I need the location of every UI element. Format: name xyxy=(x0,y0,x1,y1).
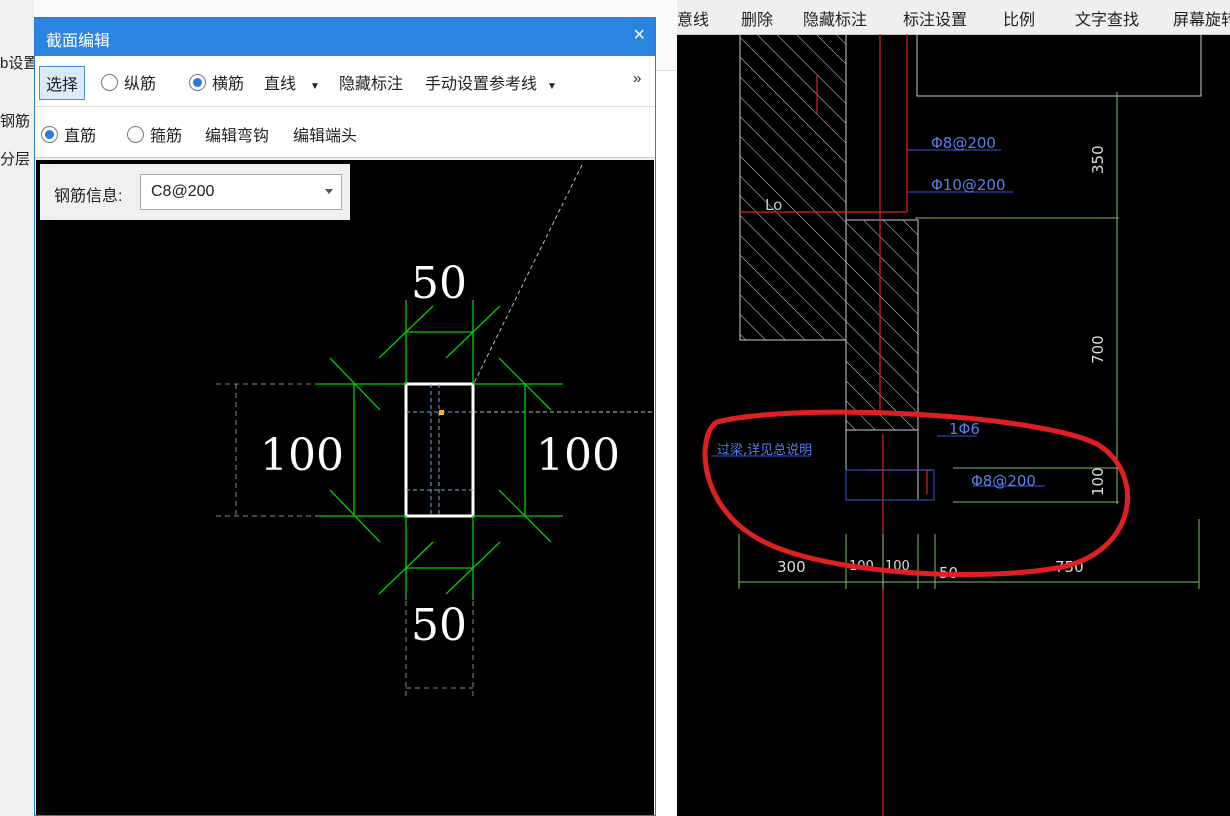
section-canvas[interactable]: 50 50 100 100 钢筋信息: C8@200 xyxy=(36,160,654,815)
rebar-info-value: C8@200 xyxy=(151,183,215,200)
rebar-info-select[interactable]: C8@200 xyxy=(140,174,342,210)
hide-dimension-button[interactable]: 隐藏标注 xyxy=(339,70,403,94)
edit-end-button[interactable]: 编辑端头 xyxy=(293,122,357,146)
bg-label-layer[interactable]: 分层 xyxy=(0,148,30,169)
dimension-right: 100 xyxy=(536,430,620,481)
line-type-value: 直线 xyxy=(264,76,297,93)
radio-icon xyxy=(127,126,144,143)
cad-menubar: 意线 删除 隐藏标注 标注设置 比例 文字查找 屏幕旋转 xyxy=(677,0,1230,35)
cad-viewer: 意线 删除 隐藏标注 标注设置 比例 文字查找 屏幕旋转 Φ8@200 Φ10@… xyxy=(677,0,1230,816)
close-icon[interactable]: × xyxy=(633,24,645,47)
select-button[interactable]: 选择 xyxy=(39,66,86,100)
cad-outline xyxy=(916,34,1202,97)
section-drawing: 50 50 100 100 xyxy=(216,164,654,700)
radio-stirrup-label: 箍筋 xyxy=(150,128,183,145)
dialog-toolbar-1: 选择 纵筋 横筋 直线 ▼ 隐藏标注 手动设置参考线 ▼ » xyxy=(35,56,655,107)
cad-drawing[interactable]: Φ8@200 Φ10@200 过梁,详见总说明 1Φ6 Φ8@200 Lo 35… xyxy=(677,34,1230,816)
radio-icon xyxy=(101,74,118,91)
dimension-top: 50 xyxy=(411,258,467,309)
more-icon[interactable]: » xyxy=(633,70,641,87)
rebar-point[interactable] xyxy=(439,410,444,415)
section-edit-dialog: 截面编辑 × 选择 纵筋 横筋 直线 ▼ 隐藏标注 手动设置参考线 ▼ » 直筋 箍… xyxy=(34,17,656,816)
cad-dim-300: 300 xyxy=(777,558,806,576)
cad-label-beam: 过梁,详见总说明 xyxy=(717,443,812,458)
cad-dim-350: 350 xyxy=(1089,145,1107,174)
manual-reference-line-dropdown[interactable]: 手动设置参考线 ▼ xyxy=(425,70,557,94)
cad-dim-100: 100 xyxy=(1089,467,1107,496)
menu-item-delete[interactable]: 删除 xyxy=(741,6,773,30)
menu-item-rotate-screen[interactable]: 屏幕旋转 xyxy=(1173,6,1230,30)
radio-stirrup[interactable]: 箍筋 xyxy=(127,122,182,146)
radio-straight-bar[interactable]: 直筋 xyxy=(41,122,96,146)
radio-longitudinal-label: 纵筋 xyxy=(124,76,157,93)
guide-line xyxy=(472,164,583,386)
wall-section xyxy=(739,34,847,341)
menu-item[interactable]: 意线 xyxy=(677,6,709,30)
line-type-dropdown[interactable]: 直线 ▼ xyxy=(264,70,320,94)
radio-longitudinal[interactable]: 纵筋 xyxy=(101,70,156,94)
rebar-info-label: 钢筋信息: xyxy=(54,188,123,205)
dimension-left: 100 xyxy=(260,430,344,481)
cad-label-rebar-r1: Φ8@200 xyxy=(931,134,996,152)
radio-transverse[interactable]: 横筋 xyxy=(189,70,244,94)
radio-straight-label: 直筋 xyxy=(64,128,97,145)
dialog-titlebar[interactable]: 截面编辑 × xyxy=(35,18,655,56)
dialog-title: 截面编辑 xyxy=(46,33,111,50)
cad-label-lo: Lo xyxy=(765,196,782,214)
cad-dim-700: 700 xyxy=(1089,335,1107,364)
bg-label-rebar[interactable]: 钢筋 xyxy=(0,110,30,131)
menu-item-text-search[interactable]: 文字查找 xyxy=(1075,6,1139,30)
chevron-down-icon: ▼ xyxy=(310,81,320,92)
bg-label-settings[interactable]: b设置 xyxy=(0,52,38,73)
menu-item-hide-dimension[interactable]: 隐藏标注 xyxy=(803,6,867,30)
cad-label-bar: 1Φ6 xyxy=(949,420,980,438)
cad-label-rebar-r2: Φ10@200 xyxy=(931,176,1006,194)
cad-label-rebar-r3: Φ8@200 xyxy=(971,472,1036,490)
dialog-toolbar-2: 直筋 箍筋 编辑弯钩 编辑端头 xyxy=(35,107,655,158)
dimension-bottom: 50 xyxy=(411,600,467,651)
radio-checked-icon xyxy=(189,74,206,91)
rebar-info-panel: 钢筋信息: C8@200 xyxy=(40,164,350,220)
chevron-down-icon xyxy=(325,189,333,194)
radio-checked-icon xyxy=(41,126,58,143)
menu-item-dimension-settings[interactable]: 标注设置 xyxy=(903,6,967,30)
menu-item-scale[interactable]: 比例 xyxy=(1003,6,1035,30)
radio-transverse-label: 横筋 xyxy=(212,76,245,93)
edit-hook-button[interactable]: 编辑弯钩 xyxy=(205,122,269,146)
footing-outline xyxy=(845,429,919,501)
manual-reference-label: 手动设置参考线 xyxy=(425,76,538,93)
chevron-down-icon: ▼ xyxy=(547,81,557,92)
